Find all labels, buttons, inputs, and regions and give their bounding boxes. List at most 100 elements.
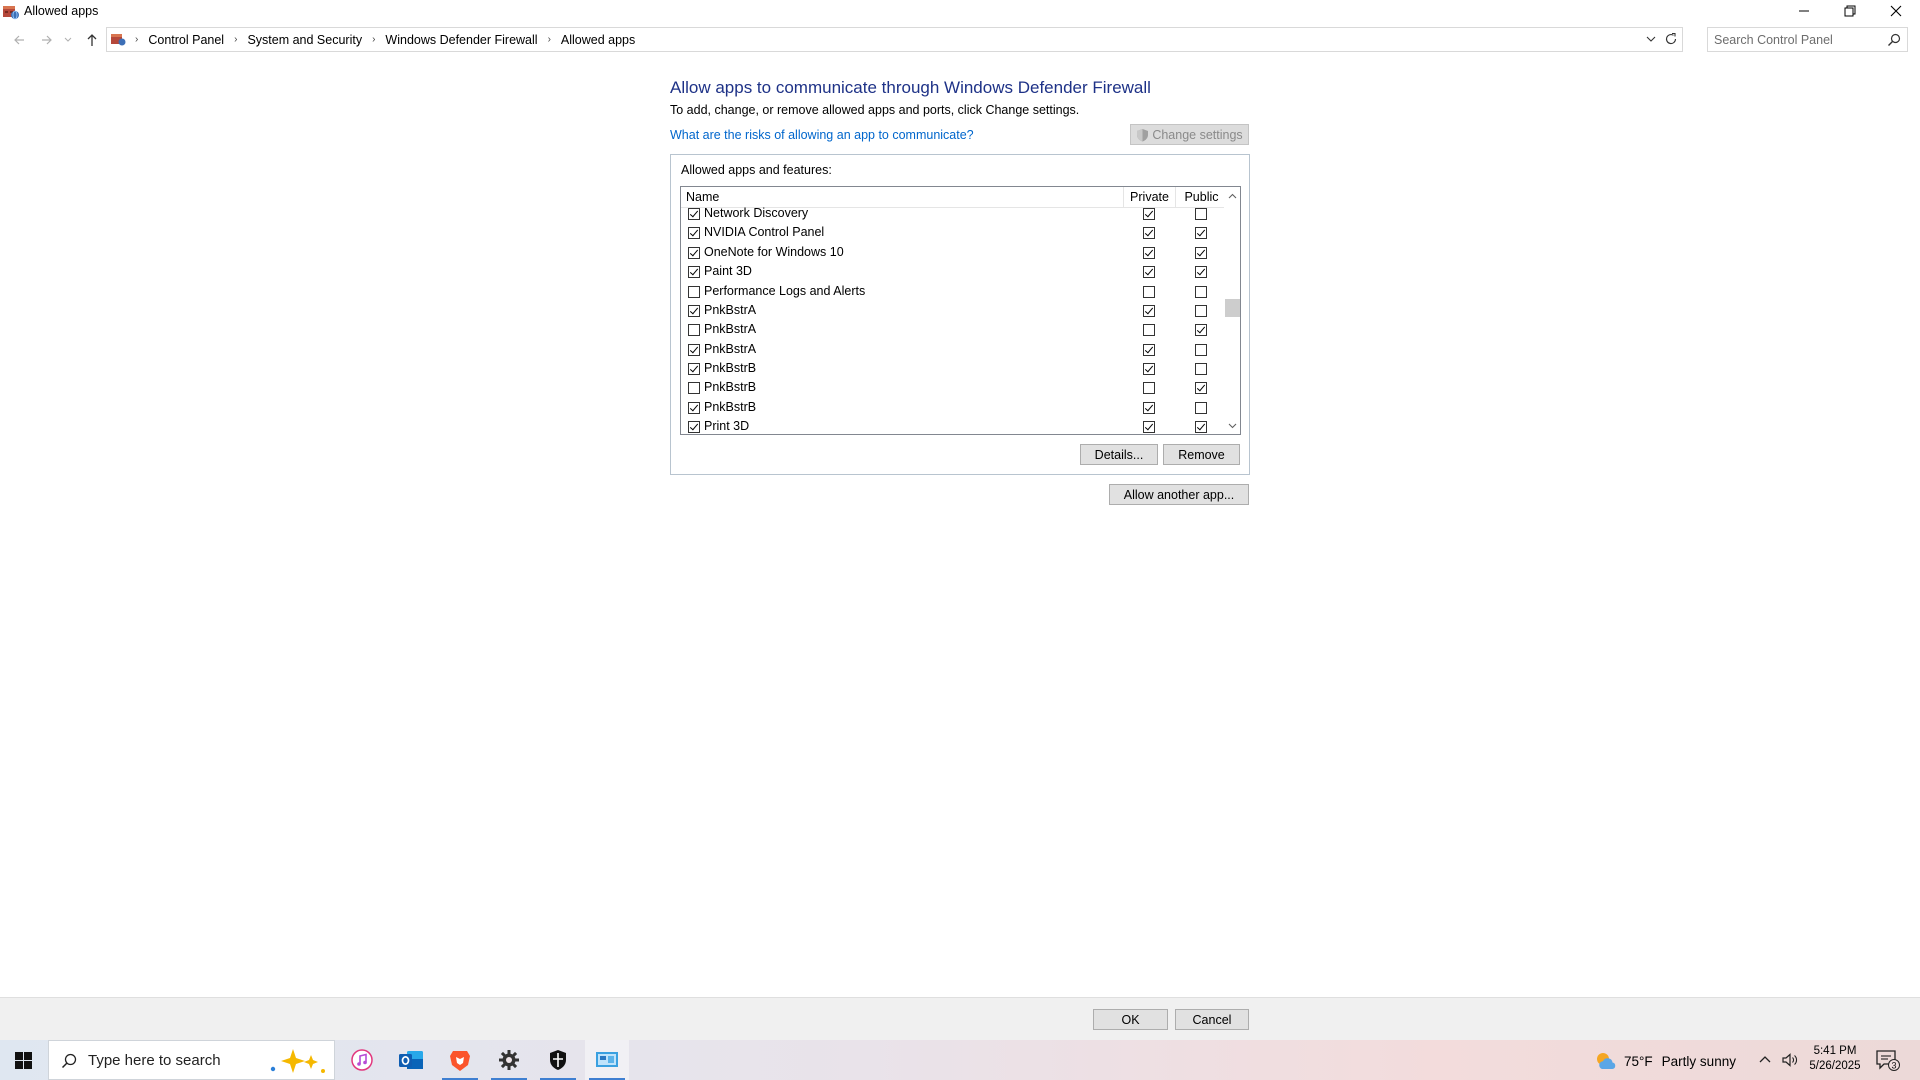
notification-center-button[interactable]: 3 — [1875, 1049, 1901, 1071]
enabled-checkbox[interactable] — [688, 401, 700, 414]
taskbar-clock[interactable]: 5:41 PM 5/26/2025 — [1800, 1044, 1870, 1074]
public-checkbox[interactable] — [1195, 304, 1207, 317]
private-checkbox[interactable] — [1143, 401, 1155, 414]
back-button[interactable] — [8, 27, 30, 53]
list-item[interactable]: PnkBstrB — [681, 379, 1224, 398]
close-button[interactable] — [1873, 0, 1919, 22]
remove-button[interactable]: Remove — [1163, 444, 1240, 465]
breadcrumb-separator-icon[interactable]: › — [228, 34, 243, 45]
public-checkbox[interactable] — [1195, 363, 1207, 375]
enabled-checkbox[interactable] — [688, 363, 700, 375]
breadcrumb-allowed-apps[interactable]: Allowed apps — [557, 33, 639, 47]
breadcrumb-system-and-security[interactable]: System and Security — [243, 33, 366, 47]
private-checkbox[interactable] — [1143, 266, 1155, 279]
column-header-name[interactable]: Name — [686, 187, 719, 207]
cancel-button[interactable]: Cancel — [1175, 1009, 1249, 1030]
private-checkbox[interactable] — [1143, 382, 1155, 395]
up-button[interactable] — [81, 27, 103, 53]
breadcrumb-control-panel[interactable]: Control Panel — [144, 33, 228, 47]
risks-help-link[interactable]: What are the risks of allowing an app to… — [670, 128, 974, 142]
restore-button[interactable] — [1827, 0, 1873, 22]
list-item[interactable]: Paint 3D — [681, 263, 1224, 282]
enabled-checkbox[interactable] — [688, 246, 700, 259]
sparkle-icon[interactable] — [265, 1047, 329, 1075]
list-item[interactable]: PnkBstrA — [681, 302, 1224, 321]
enabled-checkbox[interactable] — [688, 266, 700, 279]
public-checkbox[interactable] — [1195, 227, 1207, 240]
start-button[interactable] — [0, 1040, 46, 1080]
enabled-checkbox[interactable] — [688, 324, 700, 337]
taskbar: Type here to search 75°F Partly sunny 5:… — [0, 1040, 1920, 1080]
list-item[interactable]: Print 3D — [681, 418, 1224, 434]
private-checkbox[interactable] — [1143, 363, 1155, 375]
enabled-checkbox[interactable] — [688, 208, 700, 220]
private-checkbox[interactable] — [1143, 343, 1155, 356]
brave-app[interactable] — [438, 1040, 482, 1080]
private-checkbox[interactable] — [1143, 208, 1155, 220]
public-checkbox[interactable] — [1195, 421, 1207, 434]
allow-another-app-button[interactable]: Allow another app... — [1109, 484, 1249, 505]
address-history-dropdown[interactable] — [1646, 33, 1656, 45]
enabled-checkbox[interactable] — [688, 304, 700, 317]
minimize-button[interactable] — [1781, 0, 1827, 22]
list-item[interactable]: OneNote for Windows 10 — [681, 244, 1224, 263]
volume-button[interactable] — [1781, 1052, 1799, 1068]
recent-locations-button[interactable] — [61, 27, 75, 53]
list-item[interactable]: PnkBstrB — [681, 399, 1224, 418]
column-header-private[interactable]: Private — [1123, 187, 1175, 207]
enabled-checkbox[interactable] — [688, 421, 700, 434]
public-checkbox[interactable] — [1195, 208, 1207, 220]
address-bar[interactable]: › Control Panel › System and Security › … — [106, 27, 1683, 52]
details-button[interactable]: Details... — [1080, 444, 1158, 465]
breadcrumb-separator-icon[interactable]: › — [366, 34, 381, 45]
change-settings-button[interactable]: Change settings — [1130, 124, 1249, 145]
ok-button[interactable]: OK — [1093, 1009, 1168, 1030]
list-item[interactable]: PnkBstrB — [681, 360, 1224, 379]
list-item[interactable]: Network Discovery — [681, 205, 1224, 224]
show-hidden-icons-button[interactable] — [1758, 1053, 1772, 1065]
itunes-app[interactable] — [340, 1040, 384, 1080]
settings-app[interactable] — [487, 1040, 531, 1080]
public-checkbox[interactable] — [1195, 246, 1207, 259]
enabled-checkbox[interactable] — [688, 343, 700, 356]
private-checkbox[interactable] — [1143, 421, 1155, 434]
search-input[interactable] — [1714, 28, 1884, 51]
public-checkbox[interactable] — [1195, 285, 1207, 298]
column-header-public[interactable]: Public — [1175, 187, 1227, 207]
enabled-checkbox[interactable] — [688, 382, 700, 395]
scroll-up-button[interactable] — [1224, 187, 1240, 204]
control-panel-icon — [596, 1052, 618, 1067]
list-item[interactable]: NVIDIA Control Panel — [681, 224, 1224, 243]
public-checkbox[interactable] — [1195, 382, 1207, 395]
windows-security-app[interactable] — [536, 1040, 580, 1080]
allowed-apps-list[interactable]: Name Private Public Network Discovery NVI… — [680, 186, 1241, 435]
enabled-checkbox[interactable] — [688, 285, 700, 298]
scroll-down-button[interactable] — [1224, 417, 1240, 434]
list-item[interactable]: PnkBstrA — [681, 341, 1224, 360]
scrollbar-thumb[interactable] — [1225, 299, 1240, 317]
list-item[interactable]: PnkBstrA — [681, 321, 1224, 340]
control-panel-app[interactable] — [585, 1040, 629, 1080]
enabled-checkbox[interactable] — [688, 227, 700, 240]
public-checkbox[interactable] — [1195, 343, 1207, 356]
search-box[interactable] — [1707, 27, 1908, 52]
private-checkbox[interactable] — [1143, 285, 1155, 298]
search-icon[interactable] — [1887, 33, 1901, 47]
taskbar-search-box[interactable]: Type here to search — [48, 1040, 335, 1080]
public-checkbox[interactable] — [1195, 266, 1207, 279]
public-checkbox[interactable] — [1195, 324, 1207, 337]
forward-button[interactable] — [36, 27, 58, 53]
list-item[interactable]: Performance Logs and Alerts — [681, 283, 1224, 302]
refresh-button[interactable] — [1664, 32, 1678, 46]
breadcrumb-separator-icon[interactable]: › — [129, 34, 144, 45]
vertical-scrollbar[interactable] — [1224, 187, 1240, 434]
outlook-app[interactable] — [389, 1040, 433, 1080]
private-checkbox[interactable] — [1143, 246, 1155, 259]
public-checkbox[interactable] — [1195, 401, 1207, 414]
breadcrumb-windows-defender-firewall[interactable]: Windows Defender Firewall — [381, 33, 541, 47]
private-checkbox[interactable] — [1143, 304, 1155, 317]
breadcrumb-separator-icon[interactable]: › — [542, 34, 557, 45]
weather-widget[interactable]: 75°F Partly sunny — [1594, 1050, 1736, 1072]
private-checkbox[interactable] — [1143, 324, 1155, 337]
private-checkbox[interactable] — [1143, 227, 1155, 240]
